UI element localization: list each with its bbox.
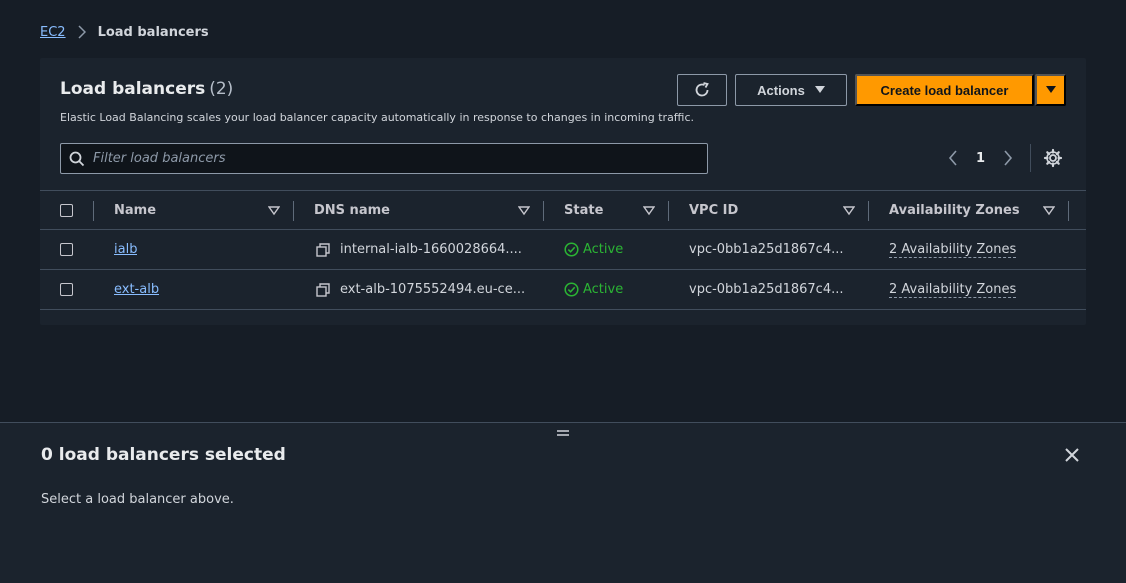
column-header-vpc-id[interactable]: VPC ID xyxy=(689,191,738,229)
state-text: Active xyxy=(583,282,624,297)
row-checkbox[interactable] xyxy=(60,243,73,256)
column-separator[interactable] xyxy=(293,201,294,221)
create-options-dropdown-button[interactable] xyxy=(1035,74,1066,106)
select-all-checkbox[interactable] xyxy=(60,203,73,217)
lb-name-link[interactable]: ialb xyxy=(114,242,137,257)
refresh-icon xyxy=(695,82,709,97)
create-load-balancer-button[interactable]: Create load balancer xyxy=(855,74,1034,106)
resize-handle-icon[interactable] xyxy=(556,429,570,437)
panel-title-text: Load balancers xyxy=(60,79,206,99)
column-header-name[interactable]: Name xyxy=(114,191,156,229)
sort-caret-icon[interactable] xyxy=(268,205,280,217)
dns-name-text: internal-ialb-1660028664.... xyxy=(340,242,522,257)
sort-caret-icon[interactable] xyxy=(1043,205,1055,217)
actions-label: Actions xyxy=(757,82,805,98)
actions-button[interactable]: Actions xyxy=(735,74,847,106)
breadcrumb-current: Load balancers xyxy=(97,24,209,40)
vpc-id-cell: vpc-0bb1a25d1867c4... xyxy=(689,282,844,297)
lb-name-link[interactable]: ext-alb xyxy=(114,282,159,297)
lb-name-cell: ext-alb xyxy=(114,270,159,309)
column-separator[interactable] xyxy=(868,201,869,221)
close-icon[interactable] xyxy=(1062,445,1082,465)
column-separator[interactable] xyxy=(668,201,669,221)
split-panel-title: 0 load balancers selected xyxy=(41,445,286,465)
panel-title-count: (2) xyxy=(209,79,234,99)
breadcrumb-ec2-link[interactable]: EC2 xyxy=(40,25,66,40)
split-panel: 0 load balancers selected Select a load … xyxy=(0,422,1126,583)
caret-down-icon xyxy=(1045,86,1056,93)
az-cell: 2 Availability Zones xyxy=(889,230,1017,269)
search-icon xyxy=(69,151,85,166)
chevron-right-icon[interactable] xyxy=(1003,150,1013,166)
state-cell: Active xyxy=(564,270,623,309)
row-select-cell xyxy=(60,270,73,309)
lb-name-cell: ialb xyxy=(114,230,137,269)
filter-search xyxy=(60,143,708,174)
settings-gear-icon[interactable] xyxy=(1043,148,1063,168)
column-separator[interactable] xyxy=(1068,201,1069,221)
divider xyxy=(1030,144,1031,172)
panel-description: Elastic Load Balancing scales your load … xyxy=(60,111,694,124)
row-checkbox[interactable] xyxy=(60,283,73,296)
status-badge: Active xyxy=(564,282,623,297)
dns-cell: ext-alb-1075552494.eu-ce... xyxy=(316,270,526,309)
load-balancers-table: Name DNS name State VPC ID Availability … xyxy=(40,190,1086,310)
filter-load-balancers-input[interactable] xyxy=(93,151,673,166)
sort-caret-icon[interactable] xyxy=(643,205,655,217)
vpc-id-cell: vpc-0bb1a25d1867c4... xyxy=(689,242,844,257)
az-cell: 2 Availability Zones xyxy=(889,270,1017,309)
breadcrumb: EC2 Load balancers xyxy=(40,22,209,42)
table-header: Name DNS name State VPC ID Availability … xyxy=(40,190,1086,230)
state-cell: Active xyxy=(564,230,623,269)
column-header-availability-zones[interactable]: Availability Zones xyxy=(889,191,1020,229)
check-circle-icon xyxy=(564,242,579,257)
column-header-dns-name[interactable]: DNS name xyxy=(314,191,390,229)
panel-header: Load balancers (2) xyxy=(60,74,233,104)
select-all-cell xyxy=(60,191,73,229)
copy-icon[interactable] xyxy=(316,242,330,257)
status-badge: Active xyxy=(564,242,623,257)
sort-caret-icon[interactable] xyxy=(843,205,855,217)
copy-icon[interactable] xyxy=(316,282,330,297)
page-title: Load balancers (2) xyxy=(60,74,233,104)
chevron-right-icon xyxy=(78,25,86,39)
chevron-left-icon[interactable] xyxy=(948,150,958,166)
availability-zones-popover-trigger[interactable]: 2 Availability Zones xyxy=(889,282,1017,298)
table-row[interactable]: ialb internal-ialb-1660028664.... Active… xyxy=(40,230,1086,270)
column-header-state[interactable]: State xyxy=(564,191,603,229)
check-circle-icon xyxy=(564,282,579,297)
load-balancers-panel: Load balancers (2) Elastic Load Balancing… xyxy=(40,58,1086,325)
sort-caret-icon[interactable] xyxy=(518,205,530,217)
state-text: Active xyxy=(583,242,624,257)
column-separator[interactable] xyxy=(93,201,94,221)
dns-cell: internal-ialb-1660028664.... xyxy=(316,230,526,269)
page-number[interactable]: 1 xyxy=(976,151,985,166)
table-row[interactable]: ext-alb ext-alb-1075552494.eu-ce... Acti… xyxy=(40,270,1086,310)
pagination: 1 xyxy=(948,146,1013,170)
dns-name-text: ext-alb-1075552494.eu-ce... xyxy=(340,282,526,297)
row-select-cell xyxy=(60,230,73,269)
refresh-button[interactable] xyxy=(677,74,727,106)
column-separator[interactable] xyxy=(543,201,544,221)
caret-down-icon xyxy=(814,86,825,93)
split-panel-message: Select a load balancer above. xyxy=(41,492,234,507)
availability-zones-popover-trigger[interactable]: 2 Availability Zones xyxy=(889,242,1017,258)
